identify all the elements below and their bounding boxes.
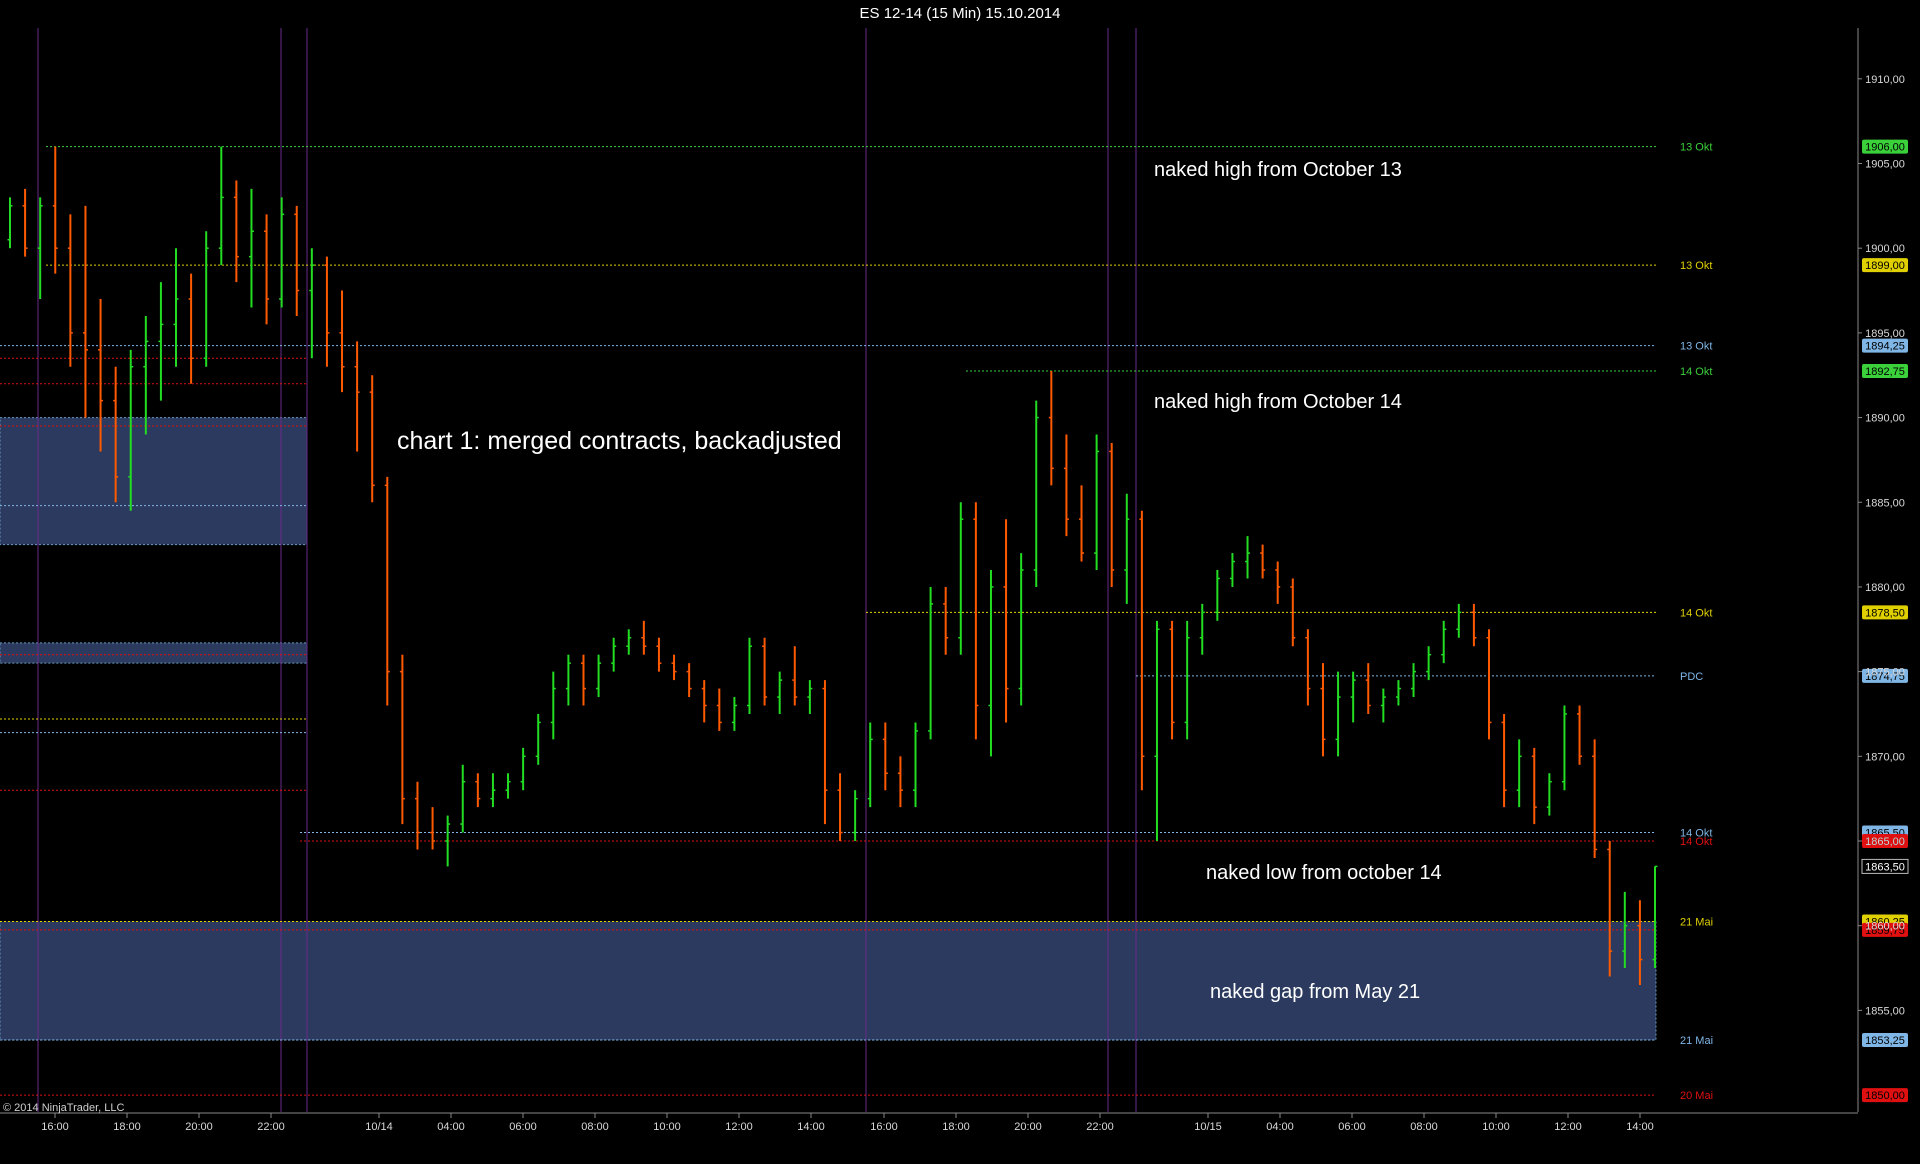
y-tick-label: 1910,00 [1865,74,1905,86]
naked-zone [0,642,308,664]
chart-label-annotation: chart 1: merged contracts, backadjusted [397,427,842,455]
x-tick-label: 10/14 [365,1121,393,1133]
price-level-tag: 1878,50 [1862,605,1908,620]
x-tick-label: 20:00 [185,1121,213,1133]
price-level-tag: 1892,75 [1862,363,1908,378]
y-tick-label: 1905,00 [1865,159,1905,171]
naked-gap-may21-annotation: naked gap from May 21 [1210,981,1420,1003]
svg-text:1863,50: 1863,50 [1865,861,1905,873]
x-tick-label: 10/15 [1194,1121,1222,1133]
x-tick-label: 10:00 [653,1121,681,1133]
level-label: 13 Okt [1680,341,1712,353]
price-level-tag: 1850,00 [1862,1088,1908,1103]
x-tick-label: 16:00 [41,1121,69,1133]
price-level-tag: 1894,25 [1862,338,1908,353]
x-tick-label: 04:00 [437,1121,465,1133]
copyright-text: © 2014 NinjaTrader, LLC [3,1102,124,1114]
x-tick-label: 06:00 [509,1121,537,1133]
x-tick-label: 14:00 [797,1121,825,1133]
x-tick-label: 22:00 [1086,1121,1114,1133]
naked-high-13-annotation: naked high from October 13 [1154,159,1402,181]
x-tick-label: 06:00 [1338,1121,1366,1133]
level-label: 14 Okt [1680,836,1712,848]
price-level-tag: 1906,00 [1862,139,1908,154]
svg-text:1853,25: 1853,25 [1865,1035,1905,1047]
naked-low-14-annotation: naked low from october 14 [1206,862,1442,884]
svg-text:1906,00: 1906,00 [1865,142,1905,154]
y-tick-label: 1900,00 [1865,243,1905,255]
y-tick-label: 1865,00 [1865,836,1905,848]
x-tick-label: 08:00 [1410,1121,1438,1133]
x-tick-label: 18:00 [942,1121,970,1133]
svg-text:1850,00: 1850,00 [1865,1090,1905,1102]
svg-text:1892,75: 1892,75 [1865,366,1905,378]
svg-text:1894,25: 1894,25 [1865,341,1905,353]
y-tick-label: 1860,00 [1865,921,1905,933]
window-title: ES 12-14 (15 Min) 15.10.2014 [859,5,1061,22]
y-tick-label: 1875,00 [1865,667,1905,679]
level-label: 13 Okt [1680,260,1712,272]
x-tick-label: 16:00 [870,1121,898,1133]
x-tick-label: 18:00 [113,1121,141,1133]
y-tick-label: 1885,00 [1865,497,1905,509]
price-level-tag: 1899,00 [1862,258,1908,273]
svg-text:1899,00: 1899,00 [1865,260,1905,272]
window-title-bar: ES 12-14 (15 Min) 15.10.2014 [0,0,1920,29]
level-label: 21 Mai [1680,916,1713,928]
naked-high-14-annotation: naked high from October 14 [1154,391,1402,413]
y-tick-label: 1895,00 [1865,328,1905,340]
level-label: 14 Okt [1680,366,1712,378]
naked-zone [0,417,308,546]
x-tick-label: 14:00 [1626,1121,1654,1133]
x-tick-label: 04:00 [1266,1121,1294,1133]
x-tick-label: 12:00 [1554,1121,1582,1133]
y-tick-label: 1870,00 [1865,751,1905,763]
level-label: PDC [1680,671,1703,683]
price-chart[interactable]: 13 Okt 13 Okt 13 Okt 14 Okt 14 Okt PDC 14 Okt 1… [0,28,1920,1159]
price-level-tag: 1853,25 [1862,1033,1908,1048]
x-tick-label: 08:00 [581,1121,609,1133]
svg-text:1878,50: 1878,50 [1865,607,1905,619]
y-tick-label: 1890,00 [1865,413,1905,425]
level-label: 13 Okt [1680,142,1712,154]
y-tick-label: 1855,00 [1865,1005,1905,1017]
level-label: 21 Mai [1680,1035,1713,1047]
last-price-tag: 1863,50 [1861,858,1909,874]
x-tick-label: 22:00 [257,1121,285,1133]
x-tick-label: 10:00 [1482,1121,1510,1133]
x-tick-label: 12:00 [725,1121,753,1133]
x-tick-label: 20:00 [1014,1121,1042,1133]
level-label: 20 Mai [1680,1090,1713,1102]
level-label: 14 Okt [1680,607,1712,619]
y-tick-label: 1880,00 [1865,582,1905,594]
